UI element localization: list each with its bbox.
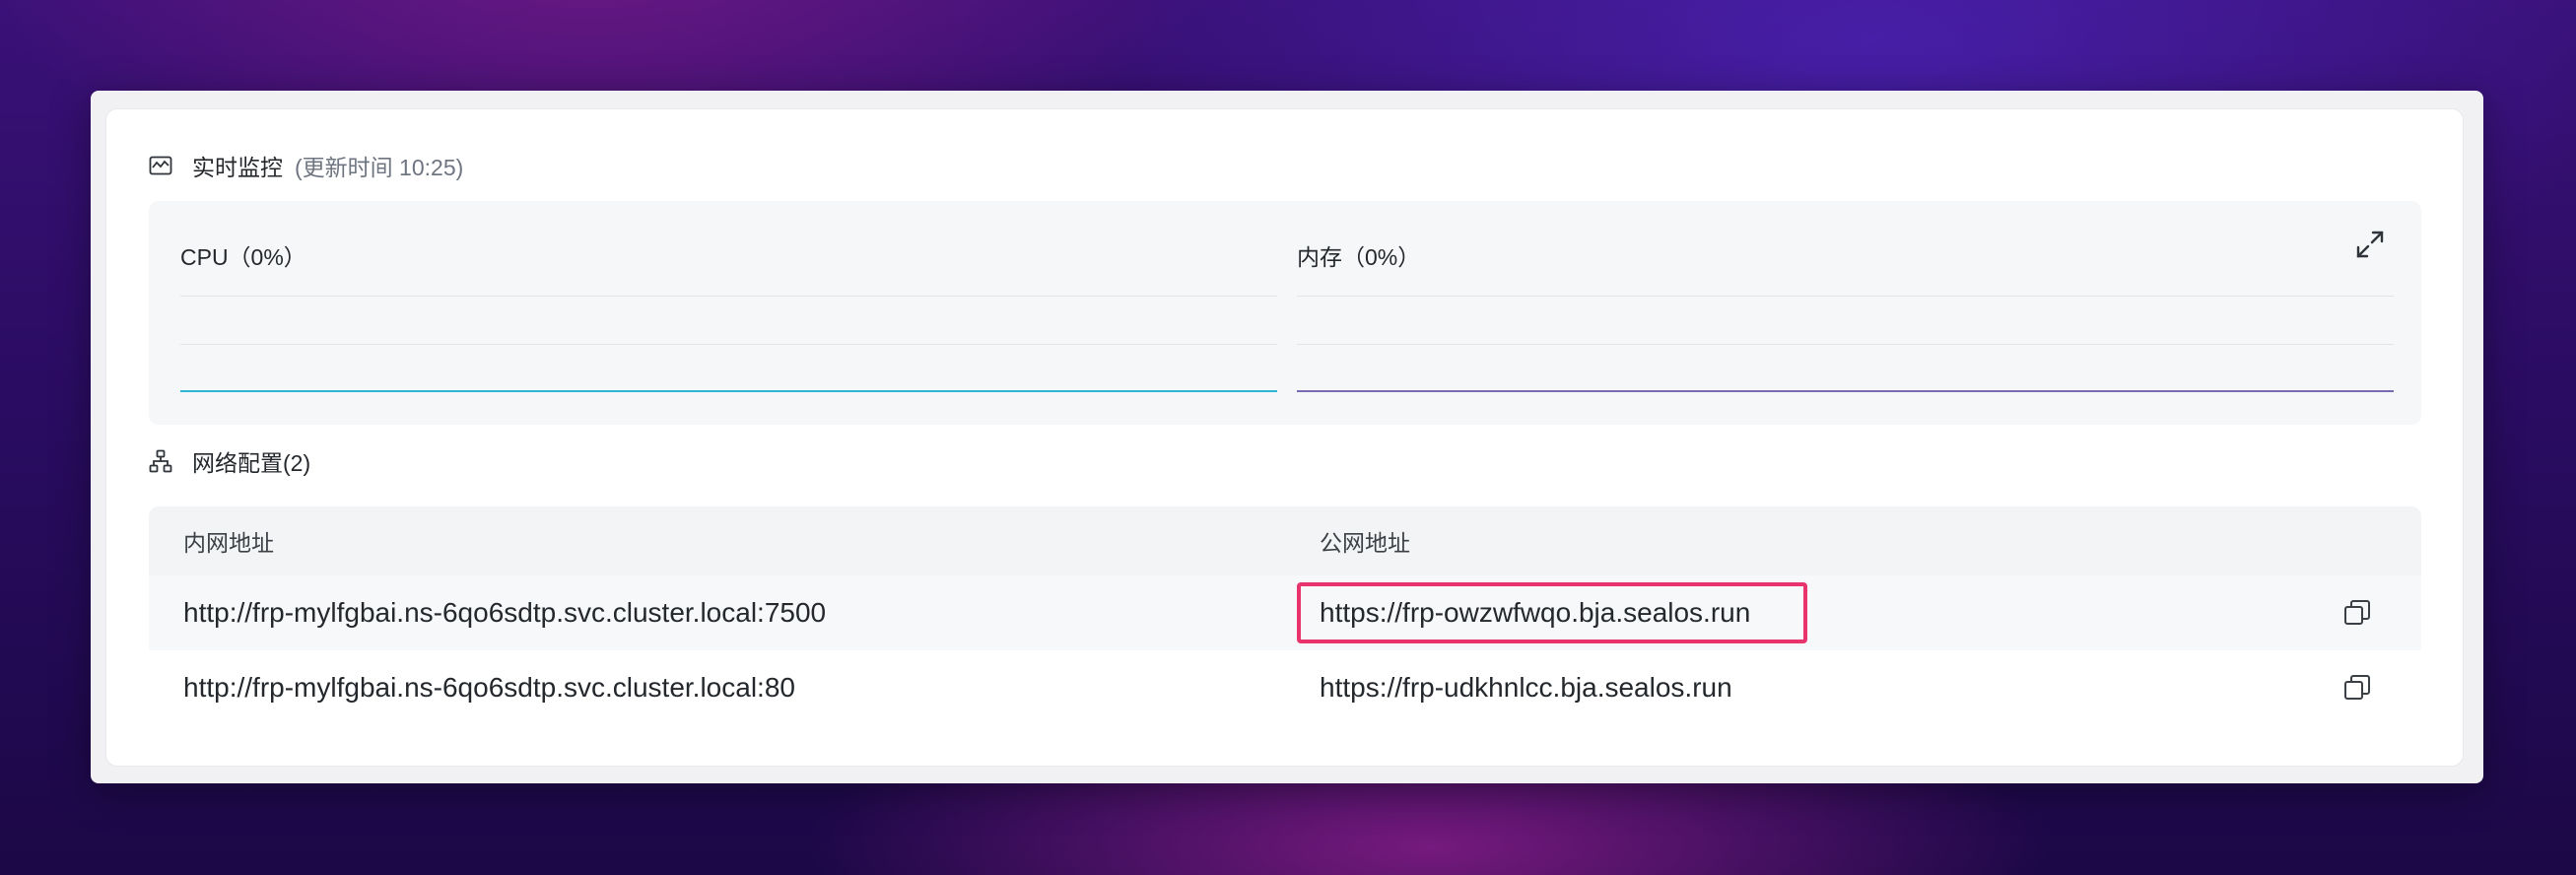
internal-address[interactable]: http://frp-mylfgbai.ns-6qo6sdtp.svc.clus… bbox=[183, 597, 826, 629]
column-header-public: 公网地址 bbox=[1320, 530, 1410, 556]
internal-address[interactable]: http://frp-mylfgbai.ns-6qo6sdtp.svc.clus… bbox=[183, 672, 795, 704]
monitor-icon bbox=[149, 156, 172, 175]
monitor-charts: CPU（0%） 内存（0%） bbox=[149, 201, 2421, 425]
table-row: http://frp-mylfgbai.ns-6qo6sdtp.svc.clus… bbox=[149, 575, 2421, 650]
copy-icon[interactable] bbox=[2342, 673, 2372, 703]
cpu-chart-label: CPU（0%） bbox=[180, 244, 306, 270]
network-table: 内网地址 公网地址 http://frp-mylfgbai.ns-6qo6sdt… bbox=[149, 506, 2421, 725]
monitor-section-title: 实时监控 (更新时间 10:25) bbox=[149, 149, 463, 182]
network-title-text: 网络配置(2) bbox=[192, 450, 311, 476]
cpu-grid-line-middle bbox=[180, 344, 1277, 345]
monitor-title-text: 实时监控 bbox=[192, 155, 283, 180]
public-address-link[interactable]: https://frp-udkhnlcc.bja.sealos.run bbox=[1320, 672, 1732, 704]
cpu-series-line bbox=[180, 390, 1277, 392]
network-table-header: 内网地址 公网地址 bbox=[149, 506, 2421, 575]
memory-grid-line-top bbox=[1297, 296, 2394, 297]
monitor-updated-time: (更新时间 10:25) bbox=[295, 155, 464, 180]
network-icon bbox=[149, 449, 172, 473]
app-window: 实时监控 (更新时间 10:25) CPU（0%） 内存（0%） 网络配置(2)… bbox=[91, 91, 2483, 783]
expand-icon[interactable] bbox=[2354, 229, 2386, 260]
cpu-chart: CPU（0%） bbox=[180, 201, 1277, 425]
memory-chart: 内存（0%） bbox=[1297, 201, 2394, 425]
memory-series-line bbox=[1297, 390, 2394, 392]
memory-chart-label: 内存（0%） bbox=[1297, 244, 1421, 270]
column-header-internal: 内网地址 bbox=[183, 530, 274, 556]
cpu-grid-line-top bbox=[180, 296, 1277, 297]
public-address-link[interactable]: https://frp-owzwfwqo.bja.sealos.run bbox=[1320, 597, 1750, 629]
table-row: http://frp-mylfgbai.ns-6qo6sdtp.svc.clus… bbox=[149, 650, 2421, 725]
detail-card: 实时监控 (更新时间 10:25) CPU（0%） 内存（0%） 网络配置(2)… bbox=[105, 108, 2464, 767]
network-section-title: 网络配置(2) bbox=[149, 444, 310, 478]
copy-icon[interactable] bbox=[2342, 598, 2372, 628]
memory-grid-line-middle bbox=[1297, 344, 2394, 345]
